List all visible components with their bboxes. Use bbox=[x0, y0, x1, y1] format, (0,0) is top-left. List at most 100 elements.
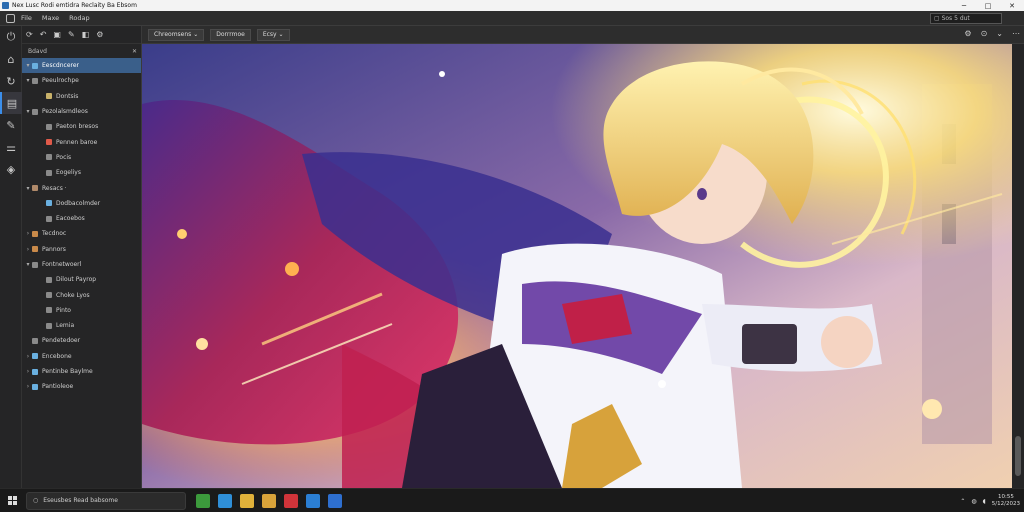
tree-item[interactable]: Pennen baroe bbox=[22, 134, 141, 149]
activity-bar: ⏻ ⌂ ↻ ▤ ✎ ⚌ ◈ bbox=[0, 26, 22, 488]
file-icon bbox=[46, 276, 52, 283]
tree-chevron-icon[interactable]: › bbox=[24, 230, 32, 237]
document-icon[interactable]: ▤ bbox=[0, 92, 22, 114]
tree-item[interactable]: Eogeliys bbox=[22, 165, 141, 180]
side-panel: ⟳ ↶ ▣ ✎ ◧ ⚙ Bdavd ✕ ▾ Eescdncerer ▾ Peeulro… bbox=[22, 26, 142, 488]
blue-app-icon[interactable] bbox=[306, 493, 320, 508]
tree-item-label: Eogeliys bbox=[56, 169, 81, 177]
menu-file[interactable]: File bbox=[21, 14, 32, 22]
clock[interactable]: 10:55 5/12/2023 bbox=[992, 494, 1020, 508]
files-app-icon[interactable] bbox=[262, 493, 276, 508]
edge-app-icon[interactable] bbox=[218, 493, 232, 508]
tree-chevron-icon[interactable]: ▾ bbox=[24, 185, 32, 192]
tree-item-label: Eacoebos bbox=[56, 215, 85, 223]
tree-item[interactable]: › Tecdnoc bbox=[22, 226, 141, 241]
start-button[interactable] bbox=[0, 489, 24, 512]
file-icon bbox=[46, 200, 52, 207]
chevron-down-icon[interactable]: ⌄ bbox=[996, 29, 1003, 38]
tree-item[interactable]: Eacoebos bbox=[22, 211, 141, 226]
close-button[interactable]: ✕ bbox=[1000, 0, 1024, 11]
tree-item[interactable]: ▾ Fontnetwoerl bbox=[22, 257, 141, 272]
tree-chevron-icon[interactable]: › bbox=[24, 368, 32, 375]
browser-app-icon[interactable] bbox=[196, 493, 210, 508]
sliders-icon[interactable]: ⚌ bbox=[0, 136, 22, 158]
tree-item[interactable]: Dontsis bbox=[22, 89, 141, 104]
tree-item-label: Pinto bbox=[56, 306, 71, 314]
maximize-button[interactable]: □ bbox=[976, 0, 1000, 11]
tree-item-label: Dontsis bbox=[56, 92, 79, 100]
image-canvas[interactable] bbox=[142, 44, 1012, 488]
minimize-button[interactable]: ─ bbox=[952, 0, 976, 11]
menu-view[interactable]: Rodap bbox=[69, 14, 89, 22]
tree-item[interactable]: ▾ Resacs · bbox=[22, 180, 141, 195]
tree-item[interactable]: Dilout Payrop bbox=[22, 272, 141, 287]
window-controls: ─ □ ✕ bbox=[952, 0, 1024, 11]
app-logo-icon bbox=[2, 2, 9, 9]
power-icon[interactable]: ⏻ bbox=[0, 26, 22, 48]
tree-item[interactable]: ▾ Pezolalsmdleos bbox=[22, 104, 141, 119]
tree-item-label: Pentinbe Baylme bbox=[42, 368, 93, 376]
tree-item-label: Dodbacolmder bbox=[56, 199, 101, 207]
more-icon[interactable]: ⋯ bbox=[1012, 29, 1020, 38]
tree-chevron-icon[interactable]: ▾ bbox=[24, 77, 32, 84]
layers-icon[interactable]: ◧ bbox=[82, 30, 90, 39]
file-icon bbox=[46, 322, 52, 329]
tree-item[interactable]: Choke Lyos bbox=[22, 287, 141, 302]
menu-edit[interactable]: Maxe bbox=[42, 14, 59, 22]
undo-icon[interactable]: ↶ bbox=[40, 30, 47, 39]
network-icon[interactable]: ◍ bbox=[971, 498, 976, 505]
tree-item[interactable]: Pendetedoer bbox=[22, 333, 141, 348]
tools-icon[interactable]: ✎ bbox=[0, 114, 22, 136]
tree-item-label: Resacs · bbox=[42, 184, 67, 192]
file-icon bbox=[46, 123, 52, 130]
gear-icon[interactable]: ⚙ bbox=[964, 29, 971, 38]
home-icon[interactable]: ⌂ bbox=[0, 48, 22, 70]
red-app-icon[interactable] bbox=[284, 493, 298, 508]
volume-icon[interactable]: ◖ bbox=[983, 498, 986, 505]
taskbar-search[interactable]: ○ Eseusbes Read babsome bbox=[26, 491, 186, 510]
close-icon[interactable]: ✕ bbox=[132, 48, 137, 55]
tree-item[interactable]: › Encebone bbox=[22, 349, 141, 364]
tree-item[interactable]: Paeton bresos bbox=[22, 119, 141, 134]
tree-item[interactable]: Lemia bbox=[22, 318, 141, 333]
tree-item[interactable]: Pinto bbox=[22, 303, 141, 318]
tree-chevron-icon[interactable]: › bbox=[24, 353, 32, 360]
target-icon[interactable]: ⊙ bbox=[981, 29, 988, 38]
tree-item[interactable]: › Pentinbe Baylme bbox=[22, 364, 141, 379]
tree-item[interactable]: ▾ Eescdncerer bbox=[22, 58, 141, 74]
tree-item[interactable]: Pocis bbox=[22, 150, 141, 165]
menu-logo-icon[interactable] bbox=[6, 13, 15, 23]
chevron-up-icon[interactable]: ⌃ bbox=[960, 498, 965, 505]
tree-item[interactable]: › Pannors bbox=[22, 242, 141, 257]
store-app-icon[interactable] bbox=[328, 493, 342, 508]
tree-item[interactable]: ▾ Peeulrochpe bbox=[22, 73, 141, 88]
folder-app-icon[interactable] bbox=[240, 493, 254, 508]
file-icon bbox=[32, 368, 38, 375]
brush-icon[interactable]: ✎ bbox=[68, 30, 75, 39]
shield-icon[interactable]: ◈ bbox=[0, 158, 22, 180]
refresh-icon[interactable]: ↻ bbox=[0, 70, 22, 92]
tree-chevron-icon[interactable]: ▾ bbox=[24, 261, 32, 268]
settings-icon[interactable]: ⚙ bbox=[96, 30, 103, 39]
vertical-scrollbar[interactable] bbox=[1012, 44, 1024, 488]
file-icon bbox=[32, 337, 38, 344]
file-icon bbox=[32, 246, 38, 253]
file-icon bbox=[32, 230, 38, 237]
image-icon[interactable]: ▣ bbox=[53, 30, 61, 39]
tree-item-label: Pezolalsmdleos bbox=[42, 108, 88, 116]
tree-chevron-icon[interactable]: › bbox=[24, 383, 32, 390]
tree-chevron-icon[interactable]: ▾ bbox=[24, 108, 32, 115]
taskbar-apps bbox=[196, 493, 342, 508]
tree-item-label: Fontnetwoerl bbox=[42, 261, 82, 268]
search-input[interactable]: ▢ Sos 5 dut bbox=[930, 13, 1002, 24]
tree-chevron-icon[interactable]: › bbox=[24, 246, 32, 253]
tree-item[interactable]: Dodbacolmder bbox=[22, 196, 141, 211]
tree-item-label: Pocis bbox=[56, 153, 72, 161]
tree-chevron-icon[interactable]: ▾ bbox=[24, 62, 32, 69]
tree-item[interactable]: › Pantioleoe bbox=[22, 379, 141, 394]
mode-button[interactable]: Dorrrmoe bbox=[210, 28, 251, 41]
zoom-select[interactable]: Ecsy ⌄ bbox=[256, 28, 290, 41]
sync-icon[interactable]: ⟳ bbox=[26, 30, 33, 39]
scrollbar-thumb[interactable] bbox=[1015, 436, 1021, 476]
view-select[interactable]: Chreomsens ⌄ bbox=[148, 28, 205, 41]
